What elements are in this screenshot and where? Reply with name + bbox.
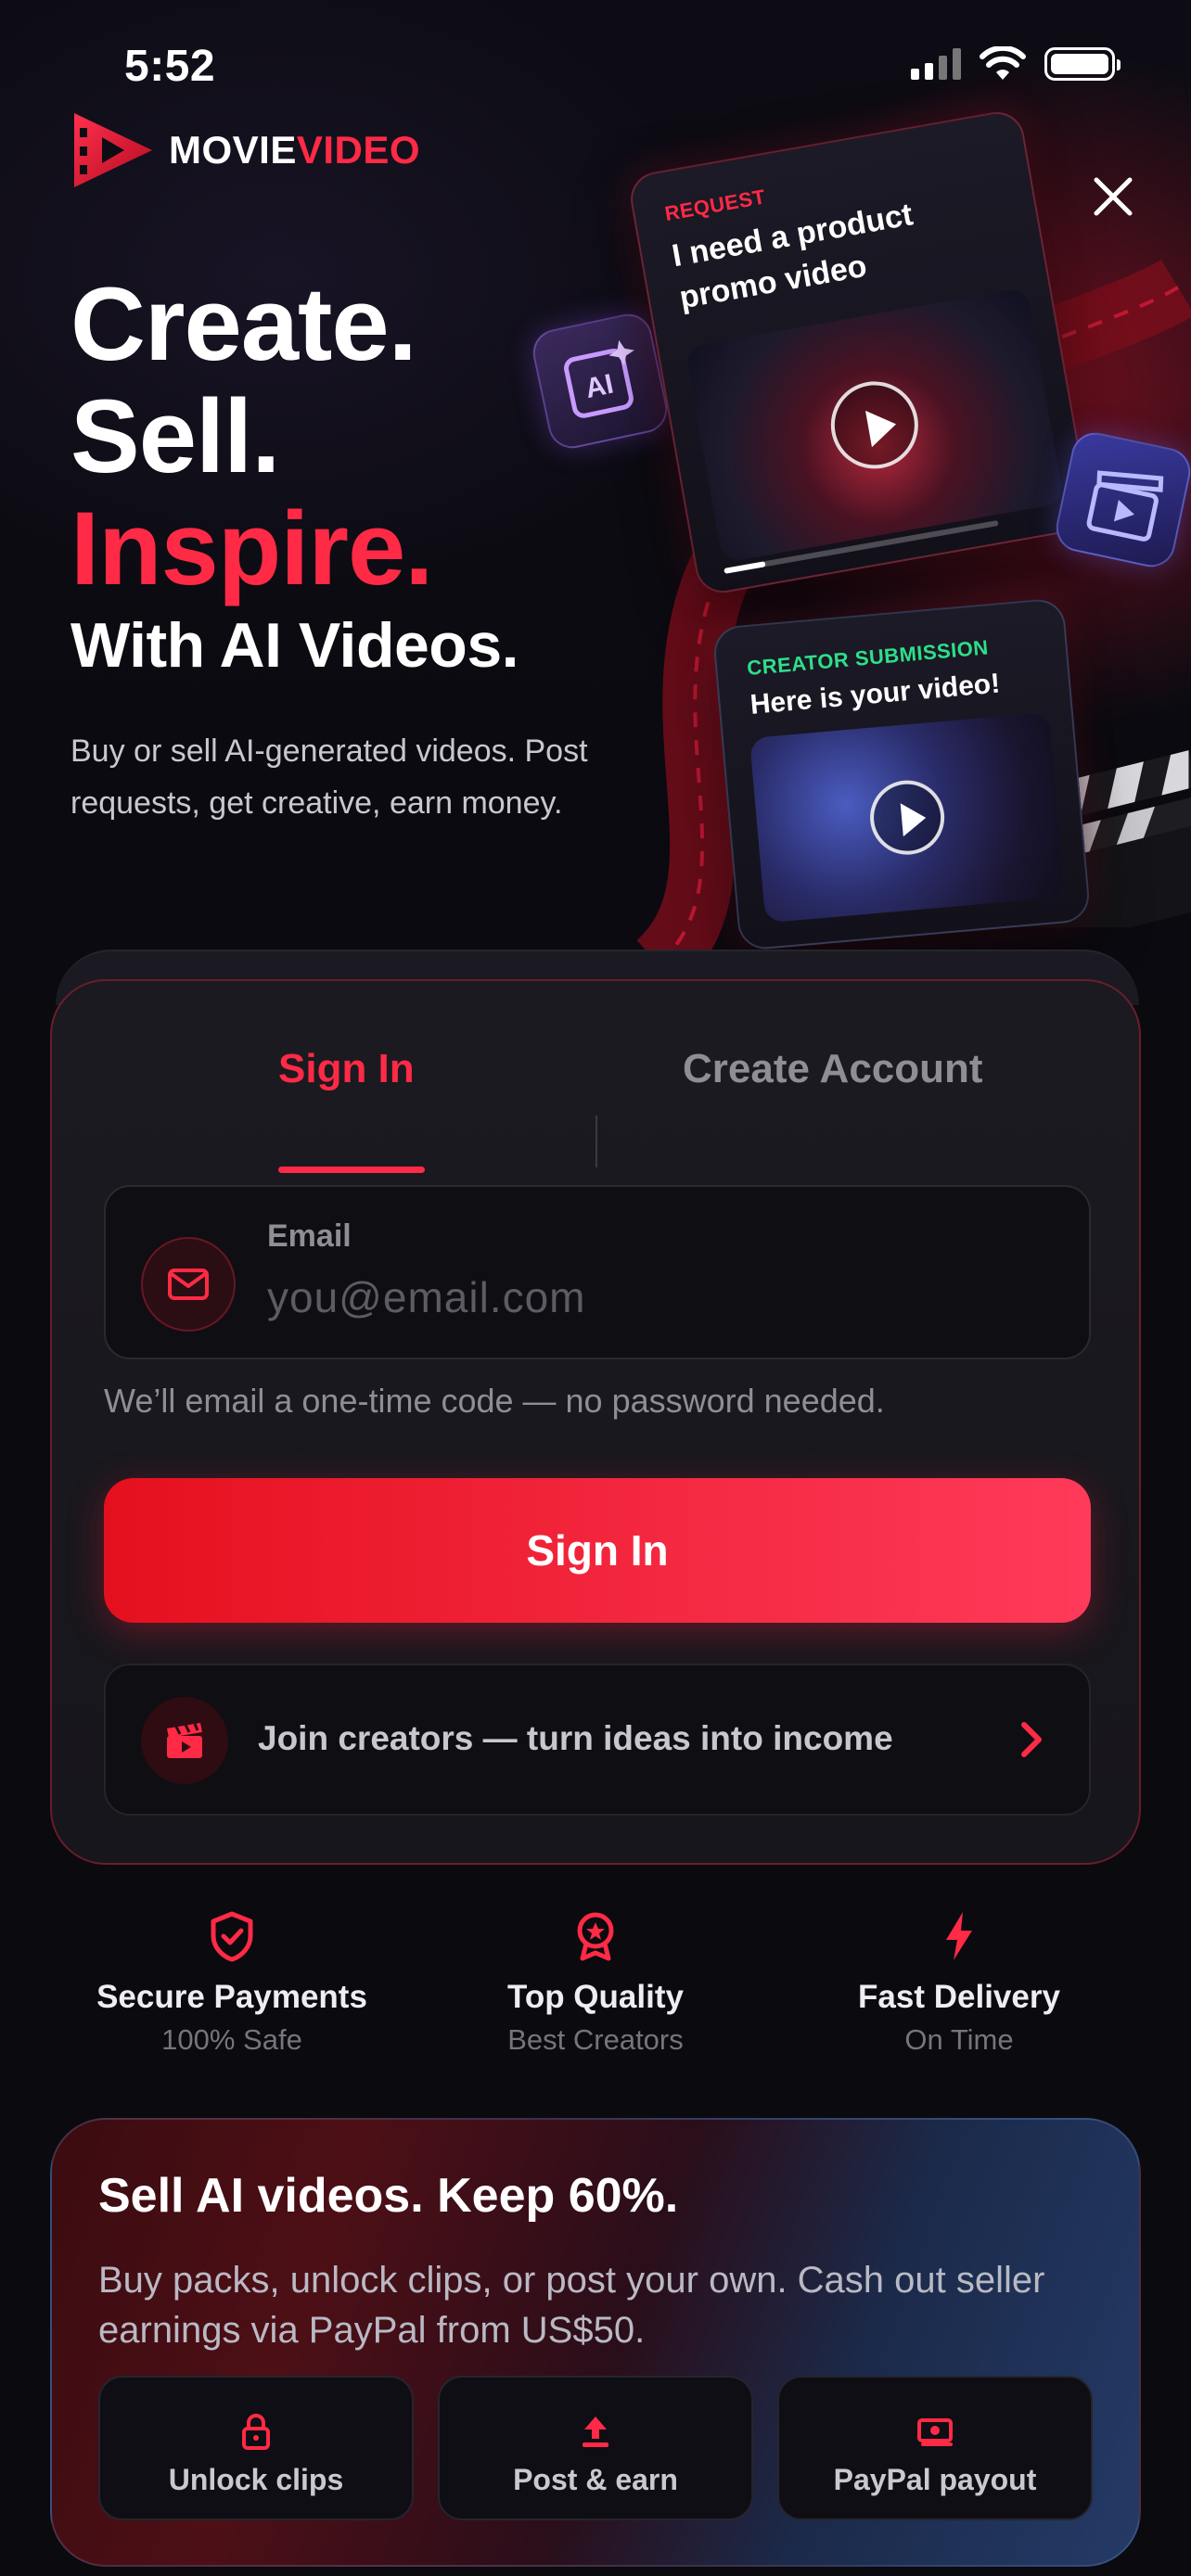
promo-button-label: Unlock clips: [168, 2463, 344, 2496]
paypal-payout-button[interactable]: PayPal payout: [777, 2376, 1093, 2520]
brand-name: MOVIEVIDEO: [169, 128, 420, 172]
hero-headline: Create. Sell. Inspire. With AI Videos.: [70, 266, 519, 682]
ai-sparkle-badge: AI: [528, 309, 672, 453]
tab-divider: [596, 1116, 597, 1167]
play-icon[interactable]: [866, 777, 948, 858]
cash-icon: [917, 2418, 953, 2446]
promo-description: Buy packs, unlock clips, or post your ow…: [98, 2260, 1045, 2351]
upload-icon: [583, 2417, 608, 2447]
post-and-earn-button[interactable]: Post & earn: [438, 2376, 753, 2520]
close-icon[interactable]: [1089, 172, 1137, 221]
tab-sign-in[interactable]: Sign In: [278, 1046, 415, 1092]
headline-subtitle: With AI Videos.: [70, 609, 519, 681]
request-card-thumbnail: [685, 287, 1065, 564]
feature-subtitle: Best Creators: [507, 2023, 684, 2056]
auth-card: Sign In Create Account Email We’ll email…: [50, 979, 1141, 1865]
submission-card-thumbnail: [749, 711, 1066, 924]
ai-sparkle-icon: AI: [564, 339, 634, 418]
chevron-right-icon: [1021, 1722, 1042, 1757]
unlock-clips-button[interactable]: Unlock clips: [98, 2376, 414, 2520]
promo-button-label: Post & earn: [513, 2463, 678, 2496]
feature-title: Secure Payments: [96, 1979, 367, 2015]
tab-create-account[interactable]: Create Account: [683, 1046, 983, 1092]
brand: MOVIEVIDEO: [70, 104, 420, 197]
feature-subtitle: On Time: [904, 2023, 1014, 2056]
email-label: Email: [267, 1218, 352, 1254]
feature-subtitle: 100% Safe: [161, 2023, 302, 2056]
promo-actions: Unlock clips Post & earn PayPal payout: [98, 2376, 1096, 2520]
brand-logo-icon: [74, 113, 152, 187]
active-tab-indicator: [278, 1167, 425, 1173]
battery-icon: [1044, 47, 1121, 81]
clapper-icon: [141, 1697, 228, 1784]
promo-title: Sell AI videos. Keep 60%.: [98, 2169, 679, 2223]
seller-promo-card: Sell AI videos. Keep 60%. Buy packs, unl…: [50, 2118, 1141, 2567]
video-clapper-icon: [1086, 470, 1164, 542]
brand-name-part1: MOVIE: [169, 128, 297, 172]
feature-fast-delivery: Fast Delivery On Time: [792, 1910, 1126, 2057]
cellular-signal-icon: [911, 48, 961, 80]
mail-icon: [141, 1237, 236, 1332]
shield-check-icon: [211, 1911, 253, 1962]
request-card: REQUEST I need a product promo video: [626, 108, 1094, 597]
join-creators-link[interactable]: Join creators — turn ideas into income: [104, 1664, 1091, 1816]
status-time: 5:52: [124, 42, 216, 91]
play-icon[interactable]: [824, 374, 926, 476]
video-clip-badge: [1051, 427, 1191, 572]
headline-inspire: Inspire.: [70, 490, 433, 606]
email-field[interactable]: Email: [104, 1185, 1091, 1359]
lock-icon: [242, 2414, 270, 2450]
features-row: Secure Payments 100% Safe Top Quality Be…: [0, 1910, 1191, 2077]
feature-secure-payments: Secure Payments 100% Safe: [65, 1910, 399, 2057]
sign-in-button[interactable]: Sign In: [104, 1478, 1091, 1623]
join-creators-text: Join creators — turn ideas into income: [258, 1719, 893, 1757]
submission-card: CREATOR SUBMISSION Here is your video!: [711, 597, 1092, 951]
headline-create: Create.: [70, 266, 417, 382]
status-icons: [911, 46, 1121, 82]
email-helper-text: We’ll email a one-time code — no passwor…: [104, 1382, 885, 1420]
hero-section: 5:52 MOVIEVIDEO Create. Sell. Inspire. W…: [0, 0, 1191, 1001]
feature-title: Top Quality: [507, 1979, 684, 2015]
hero-description: Buy or sell AI-generated videos. Post re…: [70, 733, 588, 821]
feature-title: Fast Delivery: [858, 1979, 1060, 2015]
ai-badge-text: AI: [583, 369, 616, 405]
email-input[interactable]: [267, 1265, 1046, 1330]
auth-tabs: Sign In Create Account: [52, 1037, 1139, 1173]
promo-button-label: PayPal payout: [833, 2463, 1037, 2496]
feature-top-quality: Top Quality Best Creators: [429, 1910, 762, 2057]
brand-name-part2: VIDEO: [296, 128, 421, 172]
lightning-icon: [946, 1912, 972, 1960]
wifi-icon: [980, 46, 1026, 80]
headline-sell: Sell.: [70, 377, 280, 494]
award-badge-icon: [577, 1912, 614, 1961]
